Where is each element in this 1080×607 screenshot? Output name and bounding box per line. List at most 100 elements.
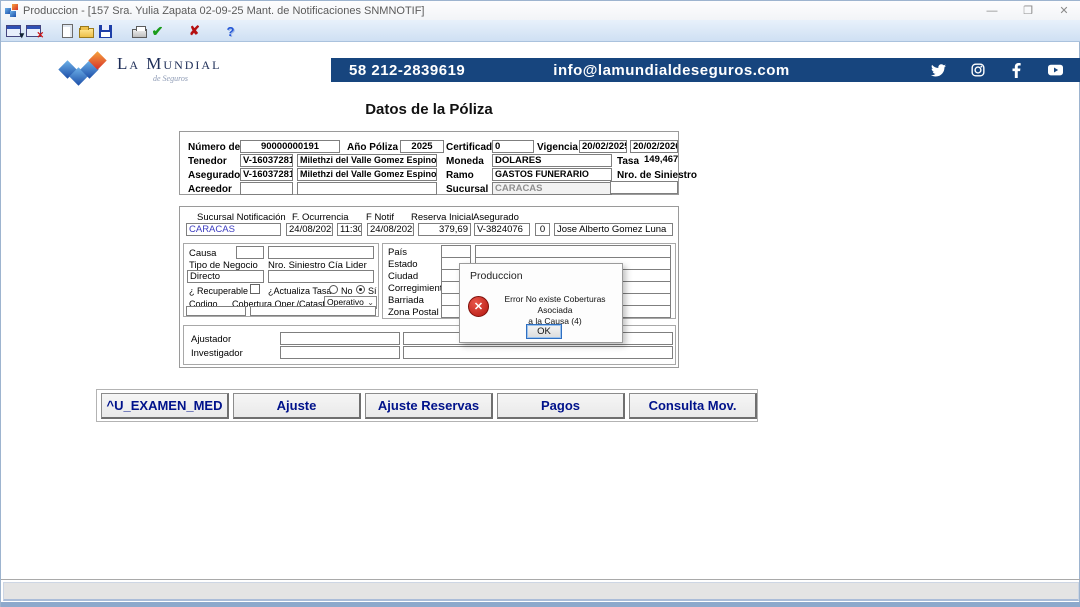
numero-field[interactable]: 90000000191 (240, 140, 340, 153)
print-icon[interactable] (131, 23, 148, 39)
facebook-icon[interactable] (1009, 62, 1024, 78)
investigador-nombre-field[interactable] (403, 346, 673, 359)
investigador-id-field[interactable] (280, 346, 400, 359)
recuperable-checkbox[interactable] (250, 284, 260, 294)
actualiza-tasa-label: ¿Actualiza Tasa (268, 286, 332, 296)
dialog-message-line1: Error No existe Coberturas Asociada (504, 294, 606, 315)
title-bar: Produccion - [157 Sra. Yulia Zapata 02-0… (1, 1, 1080, 20)
consulta-mov-button[interactable]: Consulta Mov. (629, 393, 757, 419)
f-notif-field[interactable]: 24/08/2025 (367, 223, 414, 236)
form-delete-icon[interactable]: ✕ (25, 23, 44, 40)
dialog-message: Error No existe Coberturas Asociada a la… (492, 294, 618, 327)
save-icon[interactable] (97, 23, 114, 39)
causa-desc-field[interactable] (268, 246, 374, 259)
phone-number: 58 212-2839619 (349, 61, 466, 79)
sucursal-notificacion-field[interactable]: CARACAS (186, 223, 281, 236)
toolbar: ▾ ✕ ✔ ✘ ? (1, 20, 1080, 42)
nro-siniestro-label: Nro. de Siniestro (617, 170, 698, 181)
window-title: Produccion - [157 Sra. Yulia Zapata 02-0… (23, 4, 425, 17)
instagram-icon[interactable] (970, 63, 985, 78)
twitter-icon[interactable] (931, 63, 946, 78)
moneda-field[interactable]: DOLARES (492, 154, 612, 167)
vigencia-label: Vigencia (537, 142, 578, 153)
codigo-field[interactable] (186, 306, 246, 316)
open-folder-icon[interactable] (78, 23, 95, 39)
asegurado-nombre-field[interactable]: Milethzi del Valle Gomez Espinoz (297, 168, 437, 181)
causa-label: Causa (189, 248, 217, 259)
ajustador-id-field[interactable] (280, 332, 400, 345)
application-window: Produccion - [157 Sra. Yulia Zapata 02-0… (0, 0, 1080, 607)
causa-codigo-field[interactable] (236, 246, 264, 259)
logo-tagline: de Seguros (153, 74, 189, 83)
certificado-field[interactable]: 0 (492, 140, 534, 153)
minimize-button[interactable]: — (985, 5, 999, 17)
actualiza-no-label: No (341, 286, 353, 296)
anio-label: Año Póliza (347, 142, 399, 153)
status-bar (3, 582, 1079, 601)
ajuste-button[interactable]: Ajuste (233, 393, 361, 419)
acreedor-id-field[interactable] (240, 182, 293, 195)
dialog-title: Produccion (470, 270, 523, 282)
tasa-label: Tasa (617, 156, 640, 167)
nro-siniestro-field[interactable] (610, 181, 678, 194)
ramo-field[interactable]: GASTOS FUNERARIO (492, 168, 612, 181)
f-ocurrencia-label: F. Ocurrencia (292, 212, 349, 223)
asegurado-label: Asegurado (188, 170, 241, 181)
acreedor-nombre-field[interactable] (297, 182, 437, 195)
cobertura-field[interactable] (250, 306, 376, 316)
help-icon[interactable]: ? (222, 23, 239, 39)
form-export-icon[interactable]: ▾ (5, 23, 24, 40)
sucursal-field[interactable]: CARACAS (492, 182, 612, 195)
anio-field[interactable]: 2025 (400, 140, 444, 153)
vigencia-desde-field[interactable]: 20/02/2025 (579, 140, 627, 153)
examen-med-button[interactable]: ^U_EXAMEN_MED (101, 393, 229, 419)
estado-label: Estado (388, 259, 418, 270)
new-document-icon[interactable] (59, 23, 76, 39)
close-button[interactable]: ✕ (1057, 4, 1071, 17)
corregimiento-label: Corregimiento (388, 283, 448, 294)
pagos-button[interactable]: Pagos (497, 393, 625, 419)
confirm-icon[interactable]: ✔ (149, 23, 166, 39)
vigencia-hasta-field[interactable]: 20/02/2026 (630, 140, 678, 153)
pais-label: País (388, 247, 408, 258)
actualiza-no-radio[interactable] (329, 285, 338, 294)
reserva-inicial-label: Reserva Inicial (411, 212, 474, 223)
asegurado-num-field[interactable]: 0 (535, 223, 550, 236)
logo-diamonds-icon (58, 51, 113, 87)
ok-button[interactable]: OK (526, 324, 562, 339)
ciudad-label: Ciudad (388, 271, 419, 282)
tenedor-id-field[interactable]: V-16037281 (240, 154, 293, 167)
tenedor-nombre-field[interactable]: Milethzi del Valle Gomez Espinoz (297, 154, 437, 167)
investigador-label: Investigador (191, 348, 243, 359)
error-dialog: Produccion ✕ Error No existe Coberturas … (459, 263, 623, 343)
app-icon (5, 4, 18, 17)
moneda-label: Moneda (446, 156, 484, 167)
nro-siniestro-cia-field[interactable] (268, 270, 374, 283)
hora-field[interactable]: 11:30 (337, 223, 362, 236)
acreedor-label: Acreedor (188, 184, 232, 195)
asegurado-notif-label: Asegurado (473, 212, 519, 223)
tasa-field[interactable]: 149,46770 (642, 154, 678, 167)
certificado-label: Certificado (446, 142, 499, 153)
barriada-label: Barriada (388, 295, 424, 306)
youtube-icon[interactable] (1048, 63, 1063, 78)
f-ocurrencia-field[interactable]: 24/08/2025 (286, 223, 333, 236)
asegurado-id-field[interactable]: V-16037281 (240, 168, 293, 181)
tipo-negocio-field[interactable]: Directo (187, 270, 264, 283)
recuperable-label: ¿ Recuperable ? (189, 286, 256, 296)
cancel-icon[interactable]: ✘ (186, 23, 203, 39)
f-notif-label: F Notif (366, 212, 394, 223)
restore-button[interactable]: ❐ (1021, 4, 1035, 17)
asegurado-nombre-notif-field[interactable]: Jose Alberto Gomez Luna (554, 223, 673, 236)
reserva-inicial-field[interactable]: 379,69 (418, 223, 471, 236)
company-logo: La Mundial de Seguros (57, 47, 277, 93)
actualiza-si-radio[interactable] (356, 285, 365, 294)
zona-postal-label: Zona Postal (388, 307, 439, 318)
bottom-separator (1, 579, 1080, 580)
causa-subpanel: Causa Tipo de Negocio Nro. Siniestro Cía… (183, 243, 379, 317)
ajuste-reservas-button[interactable]: Ajuste Reservas (365, 393, 493, 419)
error-icon: ✕ (468, 296, 489, 317)
email-address: info@lamundialdeseguros.com (553, 61, 790, 79)
asegurado-id-notif-field[interactable]: V-3824076 (474, 223, 530, 236)
page-title: Datos de la Póliza (365, 101, 493, 118)
